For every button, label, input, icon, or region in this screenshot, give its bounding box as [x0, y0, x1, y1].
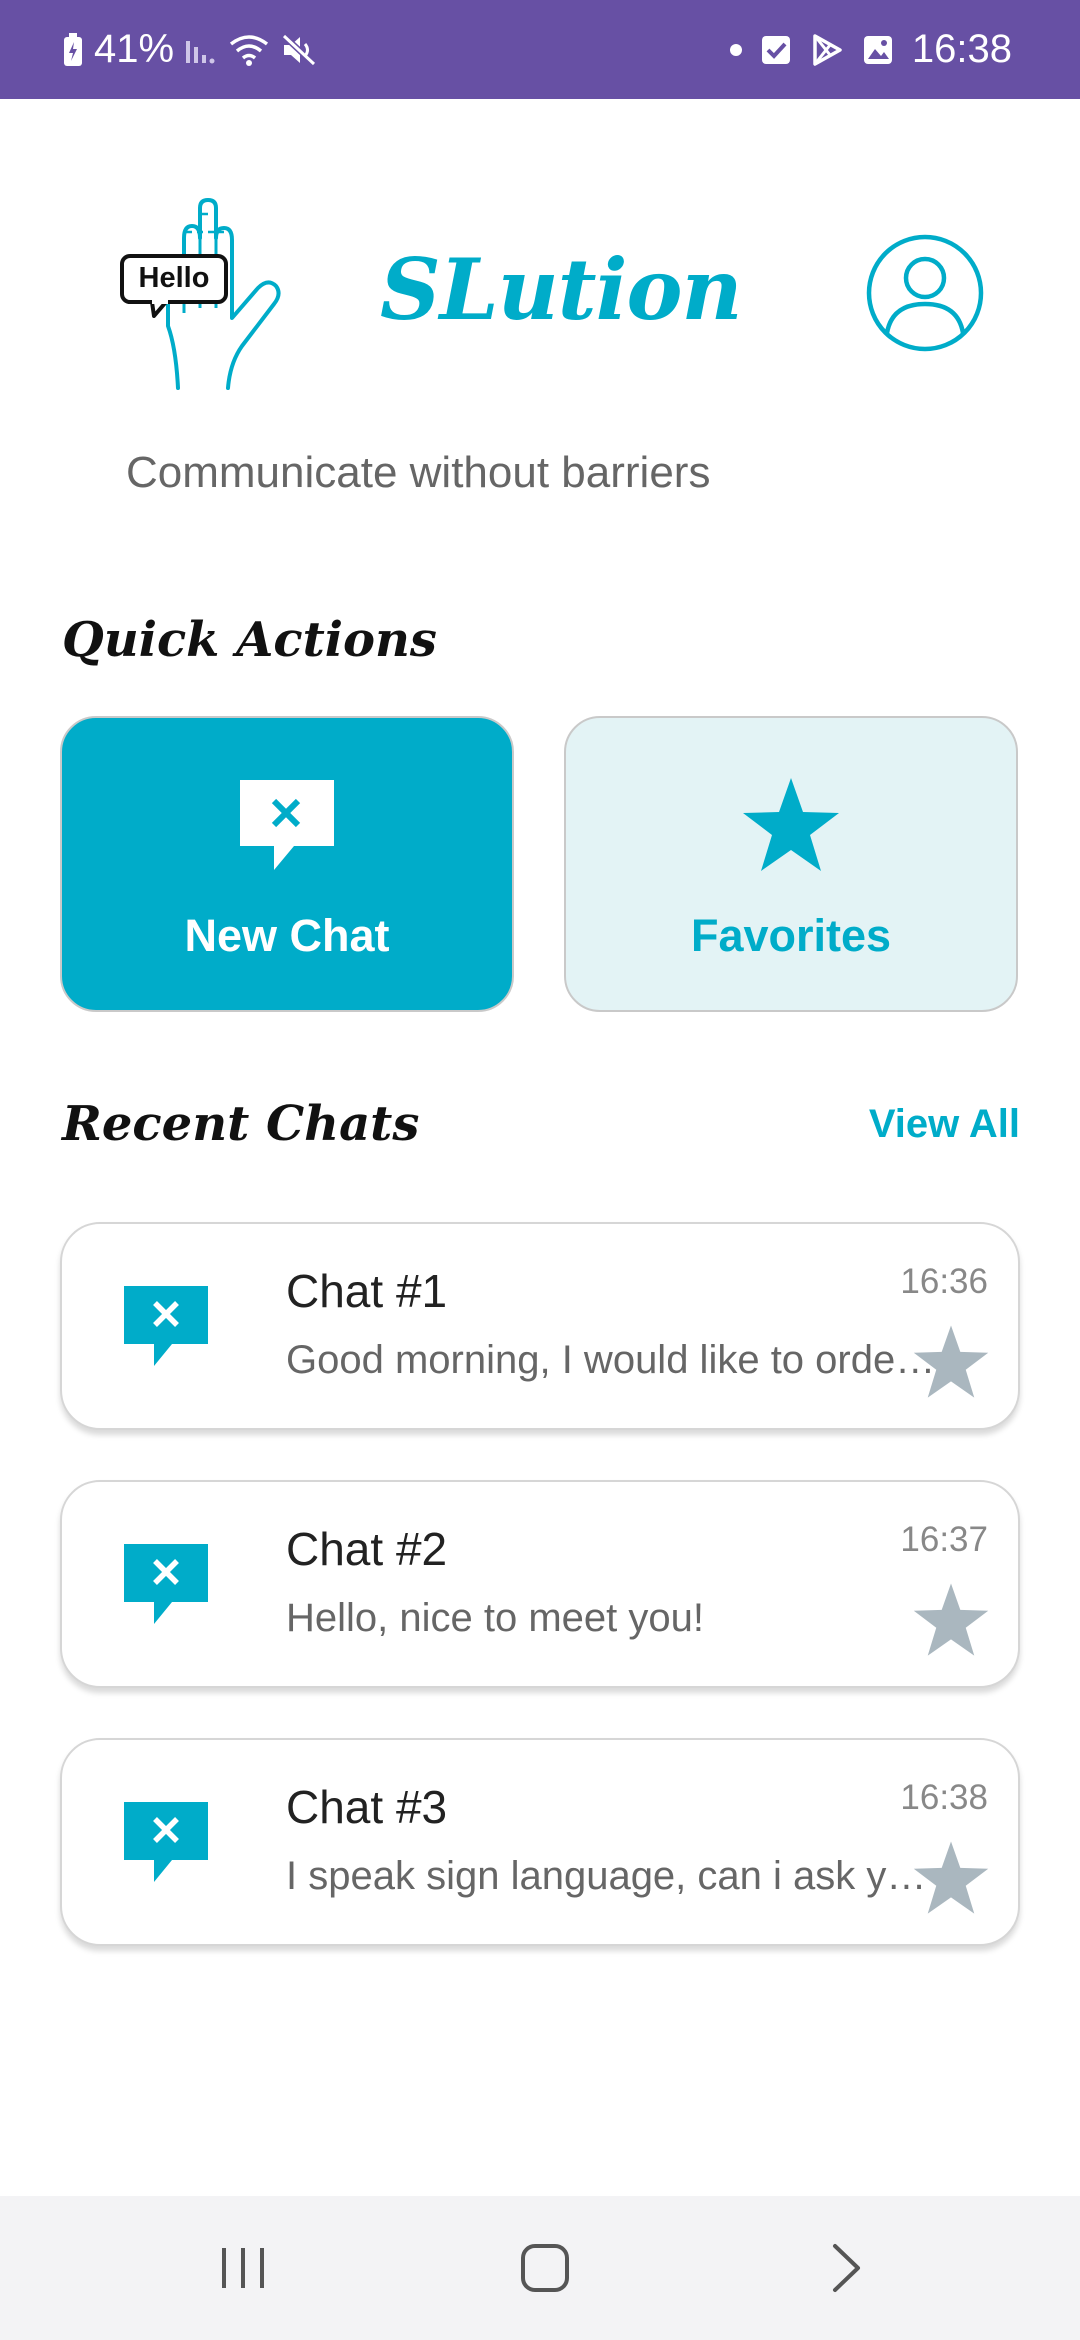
favorite-star-icon[interactable] [912, 1840, 990, 1916]
favorites-button[interactable]: Favorites [564, 716, 1018, 1012]
clock: 16:38 [911, 27, 1012, 71]
chat-bubble-x-icon [122, 1538, 212, 1628]
chat-time: 16:37 [900, 1520, 988, 1559]
app-title: SLution [380, 240, 743, 339]
favorites-label: Favorites [690, 910, 892, 961]
signal-icon [184, 35, 218, 65]
system-nav-bar [0, 2196, 1080, 2340]
play-store-icon [810, 33, 844, 67]
chat-list-item[interactable]: Chat #1 Good morning, I would like to or… [60, 1222, 1020, 1430]
status-bar: 41% 16:38 [0, 0, 1080, 99]
user-circle-icon [866, 234, 984, 352]
recent-apps-icon[interactable] [211, 2236, 275, 2300]
chat-title: Chat #1 [286, 1265, 448, 1317]
chat-preview: Hello, nice to meet you! [286, 1596, 704, 1640]
view-all-link[interactable]: View All [869, 1102, 1020, 1147]
star-icon [736, 770, 846, 880]
favorite-star-icon[interactable] [912, 1324, 990, 1400]
quick-actions-heading: Quick Actions [62, 612, 437, 668]
gallery-icon [862, 34, 894, 66]
mute-icon [280, 32, 318, 68]
logo-bubble-text: Hello [138, 262, 210, 294]
battery-percent: 41% [94, 27, 175, 71]
tagline: Communicate without barriers [126, 448, 711, 497]
back-icon[interactable] [815, 2236, 879, 2300]
chat-title: Chat #2 [286, 1523, 448, 1575]
notification-dot-icon [729, 43, 742, 56]
checkbox-notification-icon [760, 34, 792, 66]
home-icon[interactable] [513, 2236, 577, 2300]
wifi-icon [228, 32, 270, 68]
chat-title: Chat #3 [286, 1781, 448, 1833]
profile-button[interactable] [866, 234, 984, 352]
status-left: 41% [62, 0, 318, 99]
chat-time: 16:36 [900, 1262, 988, 1301]
chat-list-item[interactable]: Chat #2 Hello, nice to meet you! 16:37 [60, 1480, 1020, 1688]
status-right: 16:38 [729, 0, 1012, 99]
chat-bubble-x-icon [122, 1796, 212, 1886]
battery-icon [62, 32, 84, 68]
chat-bubble-x-icon [232, 770, 342, 880]
chat-preview: Good morning, I would like to order a co… [286, 1338, 946, 1382]
chat-list-item[interactable]: Chat #3 I speak sign language, can i ask… [60, 1738, 1020, 1946]
recent-chats-heading: Recent Chats [62, 1096, 420, 1152]
chat-bubble-x-icon [122, 1280, 212, 1370]
new-chat-button[interactable]: New Chat [60, 716, 514, 1012]
logo-hand-icon: Hello [118, 198, 303, 390]
favorite-star-icon[interactable] [912, 1582, 990, 1658]
chat-preview: I speak sign language, can i ask you som… [286, 1854, 946, 1898]
chat-time: 16:38 [900, 1778, 988, 1817]
new-chat-label: New Chat [184, 910, 390, 961]
